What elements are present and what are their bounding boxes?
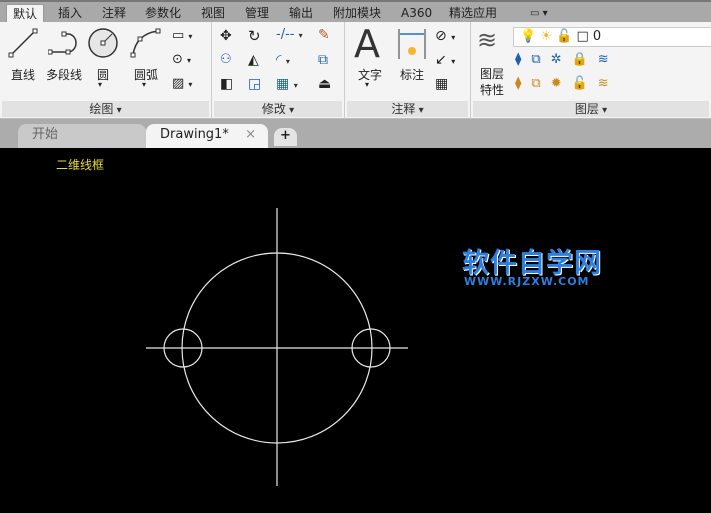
draw-panel-title[interactable]: 绘图: [2, 101, 209, 117]
tab-insert[interactable]: 插入: [52, 4, 88, 24]
line-button[interactable]: 直线: [4, 66, 42, 83]
drawing-canvas[interactable]: 二维线框 软件自学网 WWW.RJZXW.COM: [0, 148, 711, 513]
ellipse-icon[interactable]: ⊙ ▾: [172, 52, 191, 67]
modify-panel: ✥ ↻ -/-- ▾ ✎ ⚇ ◭ ◜ ▾ ⧉ ◧ ◲ ▦ ▾ ⏏ 修改: [212, 22, 345, 119]
layer-thaw-icon: ☀: [540, 29, 552, 44]
leader-icon[interactable]: ⊘ ▾: [435, 28, 455, 44]
layer-properties-label-1: 图层: [479, 67, 504, 81]
array-icon[interactable]: ▦ ▾: [276, 76, 298, 92]
layers-panel: ≋ 图层 特性 💡 ☀ 🔓 □ 0 ⧫⧉✲🔒≋ ⧫⧉✹🔓≋ 图层: [471, 22, 711, 119]
drawing-tab-label: Drawing1*: [160, 127, 229, 142]
tab-annotate[interactable]: 注释: [96, 4, 132, 24]
fillet-icon[interactable]: ◜ ▾: [276, 52, 290, 68]
trim-icon[interactable]: -/-- ▾: [276, 27, 303, 42]
circle-dropdown-icon[interactable]: ▾: [98, 80, 102, 89]
dimension-button[interactable]: 标注: [397, 66, 427, 83]
polyline-button[interactable]: 多段线: [42, 66, 86, 83]
layer-properties-label-2: 特性: [479, 83, 504, 97]
watermark-url: WWW.RJZXW.COM: [464, 275, 590, 288]
close-tab-icon[interactable]: ×: [245, 124, 256, 146]
line-icon[interactable]: [8, 28, 38, 58]
modify-panel-title[interactable]: 修改: [214, 101, 342, 117]
move-icon[interactable]: ✥: [220, 28, 232, 44]
ribbon: 直线 多段线 圆 ▾ 圆弧 ▾ ▭ ▾ ⊙ ▾ ▨ ▾ 绘图 ✥ ↻ -/-- …: [0, 22, 711, 119]
arc-icon[interactable]: [130, 28, 162, 58]
tab-output[interactable]: 输出: [283, 4, 319, 24]
new-tab-button[interactable]: +: [274, 128, 297, 146]
tab-featured-apps[interactable]: 精选应用: [443, 4, 503, 24]
erase-icon[interactable]: ✎: [318, 27, 330, 43]
layer-color-icon: □: [576, 29, 589, 44]
offset-icon[interactable]: ⏏: [318, 76, 331, 92]
rectangle-icon[interactable]: ▭ ▾: [172, 28, 192, 43]
annotation-panel: A 文字 ▾ 标注 ⊘ ▾ ↙ ▾ ▦ 注释: [345, 22, 471, 119]
circle-icon[interactable]: [87, 27, 119, 59]
tab-parametric[interactable]: 参数化: [139, 4, 187, 24]
tab-view[interactable]: 视图: [195, 4, 231, 24]
arc-dropdown-icon[interactable]: ▾: [142, 80, 146, 89]
multileader-icon[interactable]: ↙ ▾: [435, 52, 455, 68]
layer-on-icon: 💡: [520, 29, 537, 44]
polyline-icon[interactable]: [48, 30, 80, 56]
stretch-icon[interactable]: ◧: [220, 76, 233, 92]
text-icon[interactable]: A: [354, 22, 380, 66]
minimize-ribbon-button[interactable]: ▭ ▾: [524, 4, 554, 24]
drawing-geometry: [146, 208, 408, 486]
layer-dropdown[interactable]: 💡 ☀ 🔓 □ 0: [513, 27, 711, 47]
current-layer-name: 0: [592, 29, 602, 44]
rotate-icon[interactable]: ↻: [248, 27, 261, 45]
tab-manage[interactable]: 管理: [239, 4, 275, 24]
draw-panel: 直线 多段线 圆 ▾ 圆弧 ▾ ▭ ▾ ⊙ ▾ ▨ ▾ 绘图: [0, 22, 212, 119]
tab-a360[interactable]: A360: [395, 4, 438, 24]
mirror-icon[interactable]: ◭: [248, 52, 259, 68]
layer-tools-row-2[interactable]: ⧫⧉✹🔓≋: [515, 76, 619, 91]
ribbon-tab-bar: 默认 插入 注释 参数化 视图 管理 输出 附加模块 A360 精选应用 ▭ ▾: [0, 0, 711, 24]
copy-icon[interactable]: ⚇: [220, 52, 232, 67]
dimension-icon[interactable]: [397, 29, 427, 59]
tab-start[interactable]: 开始: [18, 124, 146, 148]
circle-button[interactable]: 圆: [92, 66, 114, 83]
annotation-panel-title[interactable]: 注释: [347, 101, 468, 117]
tab-default[interactable]: 默认: [6, 4, 45, 24]
hatch-icon[interactable]: ▨ ▾: [172, 76, 192, 91]
scale-icon[interactable]: ◲: [248, 76, 261, 92]
tab-addins[interactable]: 附加模块: [327, 4, 387, 24]
explode-icon[interactable]: ⧉: [318, 52, 328, 68]
layer-properties-button[interactable]: 图层 特性: [477, 66, 507, 98]
tab-drawing1[interactable]: Drawing1* ×: [146, 124, 268, 148]
document-tab-bar: 开始 Drawing1* × +: [0, 119, 711, 148]
text-dropdown-icon[interactable]: ▾: [365, 80, 369, 89]
layers-panel-title[interactable]: 图层: [473, 101, 709, 117]
layer-properties-icon[interactable]: ≋: [477, 26, 497, 54]
layer-unlock-icon: 🔓: [556, 29, 573, 44]
layer-tools-row-1[interactable]: ⧫⧉✲🔒≋: [515, 52, 619, 67]
text-button[interactable]: 文字: [355, 66, 385, 83]
table-icon[interactable]: ▦: [435, 76, 448, 92]
